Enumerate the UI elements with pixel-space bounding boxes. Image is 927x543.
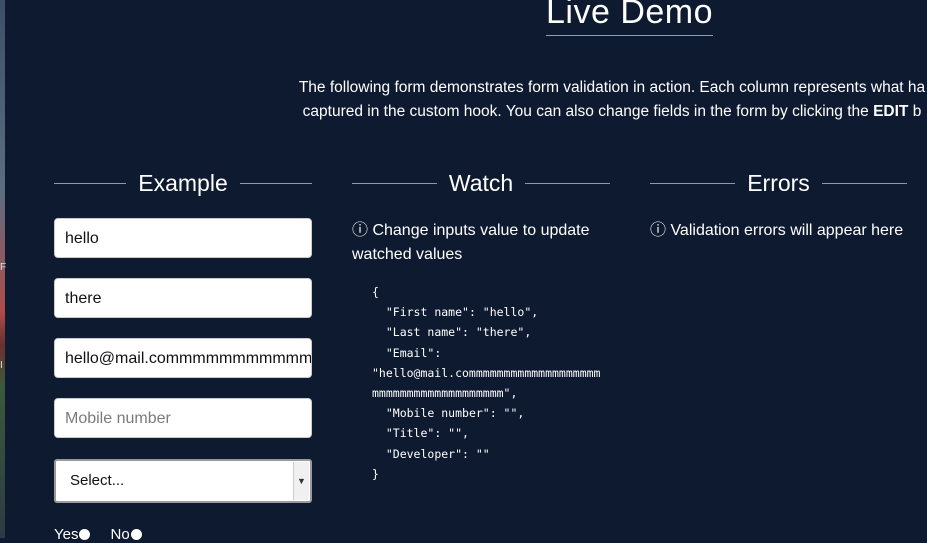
example-column-header: Example [54,166,313,200]
watch-column-header: Watch [352,166,611,200]
divider [821,182,907,184]
divider [352,182,437,184]
left-edge-mark-2: I [0,360,3,371]
mobile-number-input[interactable]: Mobile number [54,398,312,438]
left-edge-mark-1: F [0,262,7,273]
last-name-input[interactable]: there [54,278,312,318]
email-input[interactable]: hello@mail.commmmmmmmmmmmm [54,338,312,378]
radio-no-label: No [110,526,130,543]
radio-option-no[interactable]: No [110,526,142,543]
errors-column-header: Errors [650,166,907,200]
watch-heading: Watch [448,169,514,196]
radio-yes-button[interactable] [79,529,91,540]
intro-text: The following form demonstrates form val… [232,76,927,124]
edit-keyword: EDIT [873,103,909,120]
title-select-value: Select... [70,472,125,489]
page-title: Live Demo [546,0,714,36]
radio-yes-label: Yes [54,526,79,543]
title-select[interactable]: Select... ▼ [54,459,312,503]
example-heading: Example [138,169,228,196]
left-edge-background: F I [0,0,7,538]
watch-hint: ⓘ Change inputs value to update watched … [352,222,590,263]
divider [650,182,736,184]
intro-line-2-text: captured in the custom hook. You can als… [302,103,874,120]
radio-option-yes[interactable]: Yes [54,526,91,543]
divider [525,182,611,184]
developer-radio-group: Yes No [54,526,142,543]
errors-heading: Errors [747,169,810,196]
intro-line-2: captured in the custom hook. You can als… [232,100,927,124]
radio-no-button[interactable] [130,529,142,540]
intro-line-2-tail: b [908,103,922,120]
divider [239,182,313,184]
errors-hint: ⓘ Validation errors will appear here [650,222,904,239]
watch-json-output: { "First name": "hello", "Last name": "t… [372,285,601,481]
chevron-down-icon[interactable]: ▼ [293,462,309,500]
intro-line-1: The following form demonstrates form val… [298,79,926,96]
first-name-input[interactable]: hello [54,218,312,258]
divider [54,182,127,184]
